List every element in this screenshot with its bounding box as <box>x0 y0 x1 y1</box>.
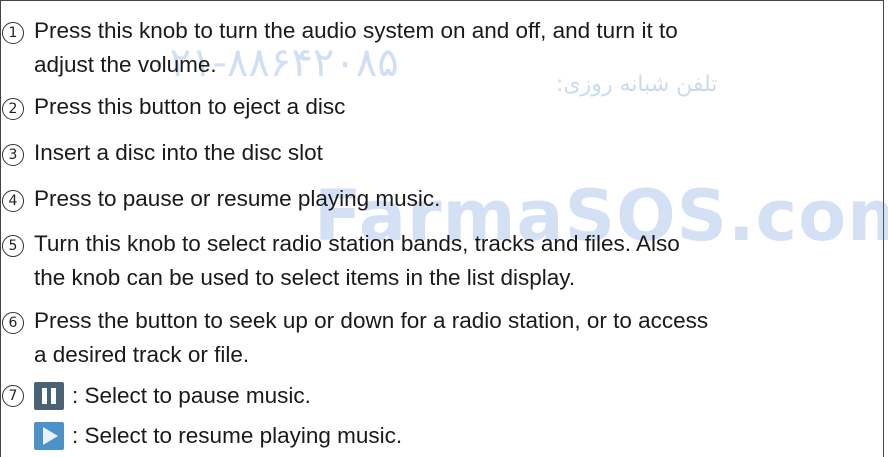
item-number-badge: 4 <box>2 190 24 212</box>
item-text-line: a desired track or file. <box>34 342 250 367</box>
play-description: : Select to resume playing music. <box>72 423 403 448</box>
item-text-line: Press to pause or resume playing music. <box>34 186 441 211</box>
play-icon <box>34 422 64 450</box>
item-number-badge: 3 <box>2 144 24 166</box>
item-text-line: Insert a disc into the disc slot <box>34 140 323 165</box>
item-number-badge: 7 <box>2 385 24 407</box>
pause-description: : Select to pause music. <box>72 383 311 408</box>
item-number-badge: 1 <box>2 22 24 44</box>
item-number-badge: 6 <box>2 312 24 334</box>
pause-icon <box>34 382 64 410</box>
item-text-line: the knob can be used to select items in … <box>34 265 576 290</box>
item-text-line: Turn this knob to select radio station b… <box>34 231 680 256</box>
item-number-badge: 2 <box>2 98 24 120</box>
item-text-line: Press the button to seek up or down for … <box>34 308 709 333</box>
item-text-line: adjust the volume. <box>34 52 217 77</box>
item-number-badge: 5 <box>2 235 24 257</box>
item-text-line: Press this knob to turn the audio system… <box>34 18 678 43</box>
item-text-line: Press this button to eject a disc <box>34 94 346 119</box>
